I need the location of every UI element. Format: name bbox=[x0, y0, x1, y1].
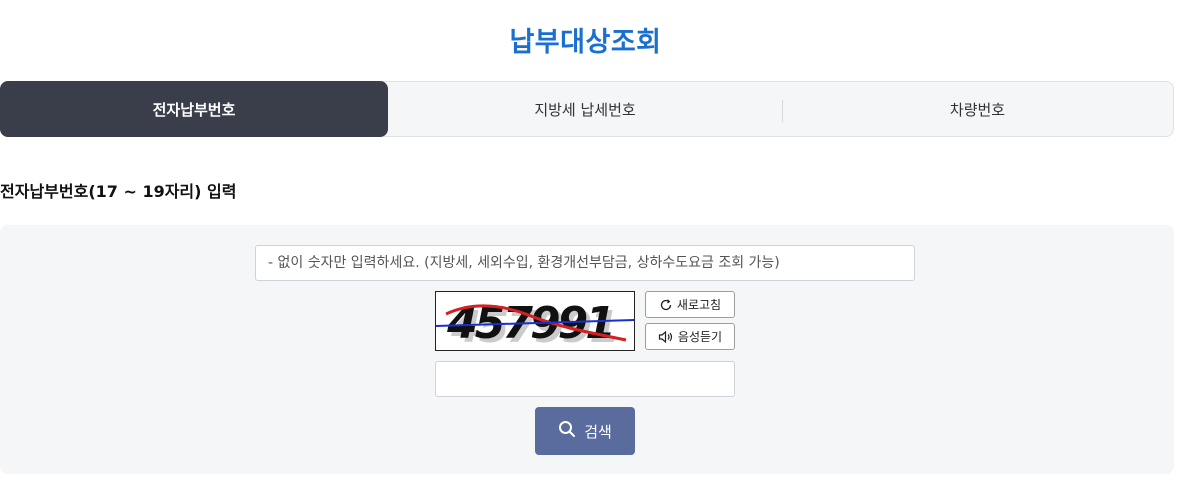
search-panel: 457991 457991 새로고침 음성듣기 검색 bbox=[0, 225, 1174, 474]
search-icon bbox=[558, 420, 576, 442]
captcha-answer-input[interactable] bbox=[435, 361, 735, 397]
captcha-image: 457991 457991 bbox=[435, 291, 635, 351]
search-button-label: 검색 bbox=[584, 422, 612, 441]
captcha-audio-button[interactable]: 음성듣기 bbox=[645, 323, 735, 350]
tab-bar: 전자납부번호 지방세 납세번호 차량번호 bbox=[0, 81, 1174, 137]
tab-electronic-payment-number[interactable]: 전자납부번호 bbox=[0, 81, 388, 137]
refresh-icon bbox=[659, 298, 673, 312]
speaker-icon bbox=[658, 330, 674, 344]
section-title: 전자납부번호(17 ~ 19자리) 입력 bbox=[0, 182, 237, 201]
page-title: 납부대상조회 bbox=[509, 27, 662, 58]
tab-vehicle-number[interactable]: 차량번호 bbox=[782, 82, 1173, 136]
search-button[interactable]: 검색 bbox=[535, 407, 635, 455]
captcha-audio-label: 음성듣기 bbox=[677, 330, 723, 344]
captcha-refresh-button[interactable]: 새로고침 bbox=[645, 291, 735, 318]
payment-number-input[interactable] bbox=[255, 245, 915, 281]
captcha-graphic: 457991 457991 bbox=[436, 298, 634, 350]
tab-local-tax-number[interactable]: 지방세 납세번호 bbox=[388, 82, 782, 136]
captcha-refresh-label: 새로고침 bbox=[676, 298, 722, 312]
